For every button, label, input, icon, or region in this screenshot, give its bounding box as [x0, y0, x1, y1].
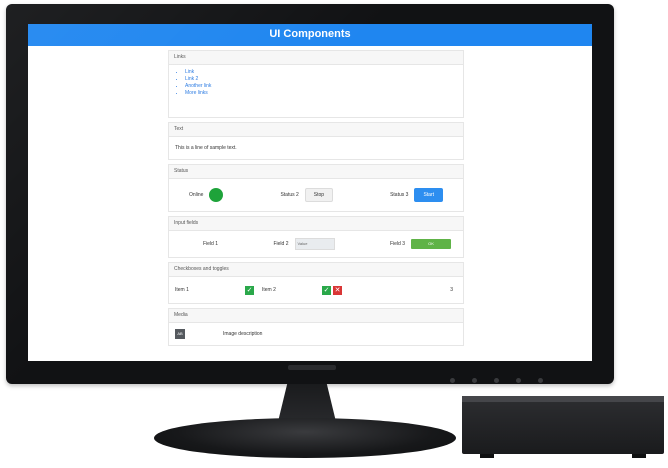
status-3-label: Status 3: [390, 192, 409, 198]
checkbox-item-1-label: Item 1: [175, 287, 189, 293]
main-content: Links Link Link 2 Another link More link…: [168, 50, 464, 350]
media-card: Media AB Image description: [168, 308, 464, 346]
text-card-header: Text: [169, 123, 463, 137]
status-2-label: Status 2: [280, 192, 299, 198]
check-icon[interactable]: ✓: [322, 285, 331, 295]
down-button-icon[interactable]: [516, 378, 521, 383]
toggle-group: ✓ ✕: [322, 285, 342, 295]
field-2-label: Field 2: [273, 241, 289, 247]
fields-card: Input fields Field 1 Field 2 Value Field…: [168, 216, 464, 258]
status-card: Status Online Status 2 Stop Status 3 Sta…: [168, 164, 464, 212]
mini-pc-box: [462, 396, 664, 458]
power-icon[interactable]: [450, 378, 455, 383]
start-button[interactable]: Start: [414, 188, 443, 202]
links-card-header: Links: [169, 51, 463, 65]
checkboxes-card-header: Checkboxes and toggles: [169, 263, 463, 277]
text-content: This is a line of sample text.: [175, 145, 237, 151]
input-button-icon[interactable]: [538, 378, 543, 383]
monitor: UI Components Links Link Link 2 Another …: [6, 4, 614, 384]
checkbox-item-3-label: 3: [450, 287, 453, 293]
led-label: Online: [189, 192, 204, 198]
status-led-icon: [209, 188, 224, 202]
links-list: Link Link 2 Another link More links: [175, 69, 457, 97]
page-header: UI Components: [28, 24, 592, 46]
field-3-label: Field 3: [389, 241, 405, 247]
stop-button[interactable]: Stop: [304, 188, 334, 202]
field-2-input[interactable]: Value: [294, 238, 335, 250]
field-1-label: Field 1: [203, 241, 219, 247]
page-title: UI Components: [269, 28, 351, 40]
checkbox-item-2-label: Item 2: [262, 287, 276, 293]
link-item-1[interactable]: Link: [185, 69, 457, 76]
link-item-3[interactable]: Another link: [185, 83, 457, 90]
link-item-4[interactable]: More links: [185, 90, 457, 97]
fields-card-header: Input fields: [169, 217, 463, 231]
avatar: AB: [175, 329, 185, 339]
text-card: Text This is a line of sample text.: [168, 122, 464, 160]
monitor-stand-base: [154, 418, 456, 458]
monitor-screen: UI Components Links Link Link 2 Another …: [28, 24, 592, 361]
media-caption: Image description: [223, 331, 263, 337]
check-icon[interactable]: ✓: [245, 285, 254, 295]
links-card: Links Link Link 2 Another link More link…: [168, 50, 464, 118]
link-item-2[interactable]: Link 2: [185, 76, 457, 83]
up-button-icon[interactable]: [494, 378, 499, 383]
field-3-ok-button[interactable]: OK: [410, 239, 451, 249]
menu-button-icon[interactable]: [472, 378, 477, 383]
status-card-header: Status: [169, 165, 463, 179]
close-icon[interactable]: ✕: [333, 285, 342, 295]
media-card-header: Media: [169, 309, 463, 323]
brand-logo: [288, 365, 336, 370]
checkboxes-card: Checkboxes and toggles Item 1 ✓ Item 2 ✓…: [168, 262, 464, 304]
